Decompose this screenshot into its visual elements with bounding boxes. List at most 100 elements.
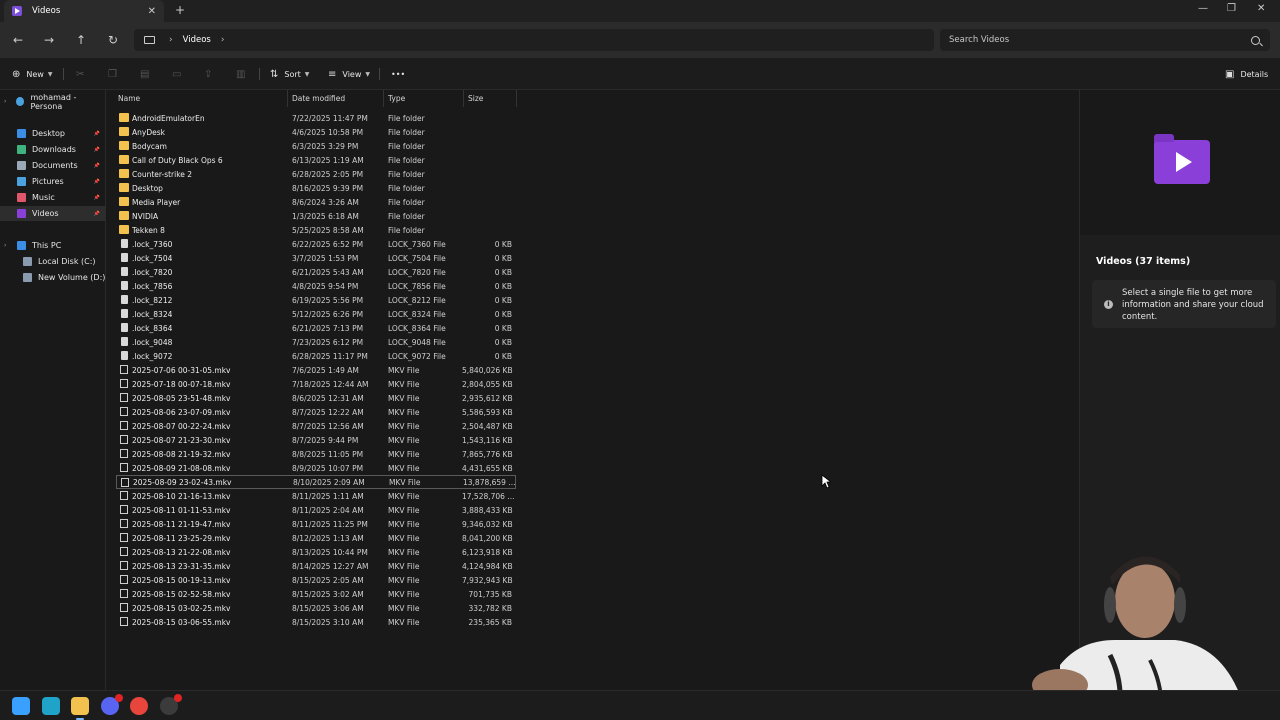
breadcrumb-separator[interactable]: ›: [221, 35, 225, 45]
new-button[interactable]: ⊕ New ▼: [12, 67, 52, 81]
file-row[interactable]: AndroidEmulatorEn 7/22/2025 11:47 PM File …: [116, 111, 516, 125]
pin-icon[interactable]: 📌: [94, 211, 100, 217]
file-explorer-icon[interactable]: [71, 697, 89, 720]
sidebar-item-pictures[interactable]: Pictures 📌: [0, 174, 106, 189]
file-row[interactable]: 2025-08-15 03-02-25.mkv 8/15/2025 3:06 AM…: [116, 601, 516, 615]
video-file-icon: [121, 478, 129, 487]
forward-button[interactable]: →: [40, 31, 58, 49]
close-window-button[interactable]: ✕: [1257, 3, 1265, 14]
column-divider[interactable]: [287, 90, 288, 107]
file-row[interactable]: 2025-08-10 21-16-13.mkv 8/11/2025 1:11 AM…: [116, 489, 516, 503]
refresh-button[interactable]: ↻: [104, 31, 122, 49]
sidebar-item-videos[interactable]: Videos 📌: [0, 206, 106, 221]
share-button[interactable]: ⇪: [204, 67, 218, 81]
file-row[interactable]: .lock_7820 6/21/2025 5:43 AM LOCK_7820 Fil…: [116, 265, 516, 279]
minimize-button[interactable]: —: [1198, 3, 1208, 14]
column-divider[interactable]: [463, 90, 464, 107]
file-row[interactable]: .lock_9048 7/23/2025 6:12 PM LOCK_9048 Fil…: [116, 335, 516, 349]
file-row[interactable]: Desktop 8/16/2025 9:39 PM File folder: [116, 181, 516, 195]
copy-button[interactable]: ❐: [108, 67, 123, 81]
chevron-right-icon[interactable]: ›: [4, 242, 6, 249]
new-tab-button[interactable]: +: [175, 3, 185, 17]
file-row[interactable]: Media Player 8/6/2024 3:26 AM File folder: [116, 195, 516, 209]
column-divider[interactable]: [383, 90, 384, 107]
file-row[interactable]: Tekken 8 5/25/2025 8:58 AM File folder: [116, 223, 516, 237]
column-header-date[interactable]: Date modified: [292, 94, 345, 103]
column-header-size[interactable]: Size: [468, 94, 483, 103]
file-row[interactable]: .lock_8324 5/12/2025 6:26 PM LOCK_8324 Fil…: [116, 307, 516, 321]
details-pane-button[interactable]: ▣ Details: [1225, 67, 1268, 81]
steam-icon[interactable]: [160, 694, 182, 715]
sidebar-item-onedrive[interactable]: › mohamad - Persona: [0, 93, 106, 111]
file-row[interactable]: 2025-08-09 23-02-43.mkv 8/10/2025 2:09 AM…: [116, 475, 516, 489]
file-row[interactable]: Bodycam 6/3/2025 3:29 PM File folder: [116, 139, 516, 153]
sidebar-item-new-volume[interactable]: New Volume (D:): [0, 270, 106, 285]
file-row[interactable]: .lock_8364 6/21/2025 7:13 PM LOCK_8364 Fil…: [116, 321, 516, 335]
edge-icon[interactable]: [42, 697, 60, 715]
breadcrumb-videos[interactable]: Videos: [183, 35, 211, 45]
file-row[interactable]: 2025-08-06 23-07-09.mkv 8/7/2025 12:22 AM…: [116, 405, 516, 419]
sort-button[interactable]: ⇅ Sort ▼: [270, 67, 309, 81]
file-row[interactable]: .lock_7504 3/7/2025 1:53 PM LOCK_7504 File…: [116, 251, 516, 265]
start-button[interactable]: [12, 697, 30, 715]
breadcrumb-separator[interactable]: ›: [169, 35, 173, 45]
sidebar-item-desktop[interactable]: Desktop 📌: [0, 126, 106, 141]
file-row[interactable]: .lock_8212 6/19/2025 5:56 PM LOCK_8212 Fil…: [116, 293, 516, 307]
file-row[interactable]: 2025-08-15 03-06-55.mkv 8/15/2025 3:10 AM…: [116, 615, 516, 629]
chevron-right-icon[interactable]: ›: [4, 98, 6, 105]
column-divider[interactable]: [516, 90, 517, 107]
file-row[interactable]: 2025-08-11 23-25-29.mkv 8/12/2025 1:13 AM…: [116, 531, 516, 545]
file-row[interactable]: 2025-08-05 23-51-48.mkv 8/6/2025 12:31 AM…: [116, 391, 516, 405]
delete-button[interactable]: ▥: [236, 67, 251, 81]
sidebar-item-local-disk[interactable]: Local Disk (C:): [0, 254, 106, 269]
file-row[interactable]: 2025-07-06 00-31-05.mkv 7/6/2025 1:49 AM M…: [116, 363, 516, 377]
file-row[interactable]: 2025-08-09 21-08-08.mkv 8/9/2025 10:07 PM…: [116, 461, 516, 475]
command-bar: ⊕ New ▼ ✂ ❐ ▤ ▭ ⇪ ▥ ⇅ Sort ▼ ≡ View ▼ ••…: [0, 58, 1280, 90]
file-row[interactable]: .lock_9072 6/28/2025 11:17 PM LOCK_9072 Fi…: [116, 349, 516, 363]
file-row[interactable]: 2025-08-08 21-19-32.mkv 8/8/2025 11:05 PM…: [116, 447, 516, 461]
sidebar-item-documents[interactable]: Documents 📌: [0, 158, 106, 173]
file-row[interactable]: 2025-08-13 23-31-35.mkv 8/14/2025 12:27 A…: [116, 559, 516, 573]
pin-icon[interactable]: 📌: [94, 147, 100, 153]
file-row[interactable]: 2025-08-15 00-19-13.mkv 8/15/2025 2:05 AM…: [116, 573, 516, 587]
close-tab-icon[interactable]: ✕: [148, 6, 156, 17]
file-row[interactable]: 2025-08-11 21-19-47.mkv 8/11/2025 11:25 P…: [116, 517, 516, 531]
file-row[interactable]: AnyDesk 4/6/2025 10:58 PM File folder: [116, 125, 516, 139]
pin-icon[interactable]: 📌: [94, 131, 100, 137]
cut-button[interactable]: ✂: [76, 67, 90, 81]
file-row[interactable]: Counter-strike 2 6/28/2025 2:05 PM File fo…: [116, 167, 516, 181]
pin-icon[interactable]: 📌: [94, 163, 100, 169]
discord-icon[interactable]: [101, 694, 123, 715]
sidebar-item-label: Pictures: [32, 177, 64, 186]
pin-icon[interactable]: 📌: [94, 195, 100, 201]
view-button[interactable]: ≡ View ▼: [328, 67, 370, 81]
file-row[interactable]: 2025-08-15 02-52-58.mkv 8/15/2025 3:02 AM…: [116, 587, 516, 601]
paste-button[interactable]: ▤: [140, 67, 155, 81]
more-options-button[interactable]: •••: [391, 67, 405, 81]
file-name: Call of Duty Black Ops 6: [132, 155, 223, 165]
file-row[interactable]: 2025-07-18 00-07-18.mkv 7/18/2025 12:44 A…: [116, 377, 516, 391]
chrome-icon[interactable]: [130, 697, 148, 715]
file-row[interactable]: .lock_7856 4/8/2025 9:54 PM LOCK_7856 File…: [116, 279, 516, 293]
pin-icon[interactable]: 📌: [94, 179, 100, 185]
sidebar-item-this-pc[interactable]: › This PC: [0, 238, 106, 253]
search-input[interactable]: Search Videos: [940, 29, 1270, 51]
file-row[interactable]: 2025-08-11 01-11-53.mkv 8/11/2025 2:04 AM…: [116, 503, 516, 517]
search-icon[interactable]: [1251, 35, 1260, 45]
file-row[interactable]: Call of Duty Black Ops 6 6/13/2025 1:19 A…: [116, 153, 516, 167]
maximize-button[interactable]: ❐: [1227, 3, 1236, 14]
file-row[interactable]: 2025-08-07 21-23-30.mkv 8/7/2025 9:44 PM M…: [116, 433, 516, 447]
file-row[interactable]: .lock_7360 6/22/2025 6:52 PM LOCK_7360 Fil…: [116, 237, 516, 251]
sidebar-item-downloads[interactable]: Downloads 📌: [0, 142, 106, 157]
file-row[interactable]: 2025-08-07 00-22-24.mkv 8/7/2025 12:56 AM…: [116, 419, 516, 433]
column-header-name[interactable]: Name: [118, 94, 140, 103]
rename-button[interactable]: ▭: [172, 67, 187, 81]
address-bar[interactable]: › Videos ›: [134, 29, 934, 51]
sidebar-item-music[interactable]: Music 📌: [0, 190, 106, 205]
file-row[interactable]: NVIDIA 1/3/2025 6:18 AM File folder: [116, 209, 516, 223]
up-button[interactable]: ↑: [72, 31, 90, 49]
back-button[interactable]: ←: [9, 31, 27, 49]
tab-videos[interactable]: Videos ✕: [4, 0, 164, 22]
column-header-type[interactable]: Type: [388, 94, 405, 103]
file-row[interactable]: 2025-08-13 21-22-08.mkv 8/13/2025 10:44 P…: [116, 545, 516, 559]
